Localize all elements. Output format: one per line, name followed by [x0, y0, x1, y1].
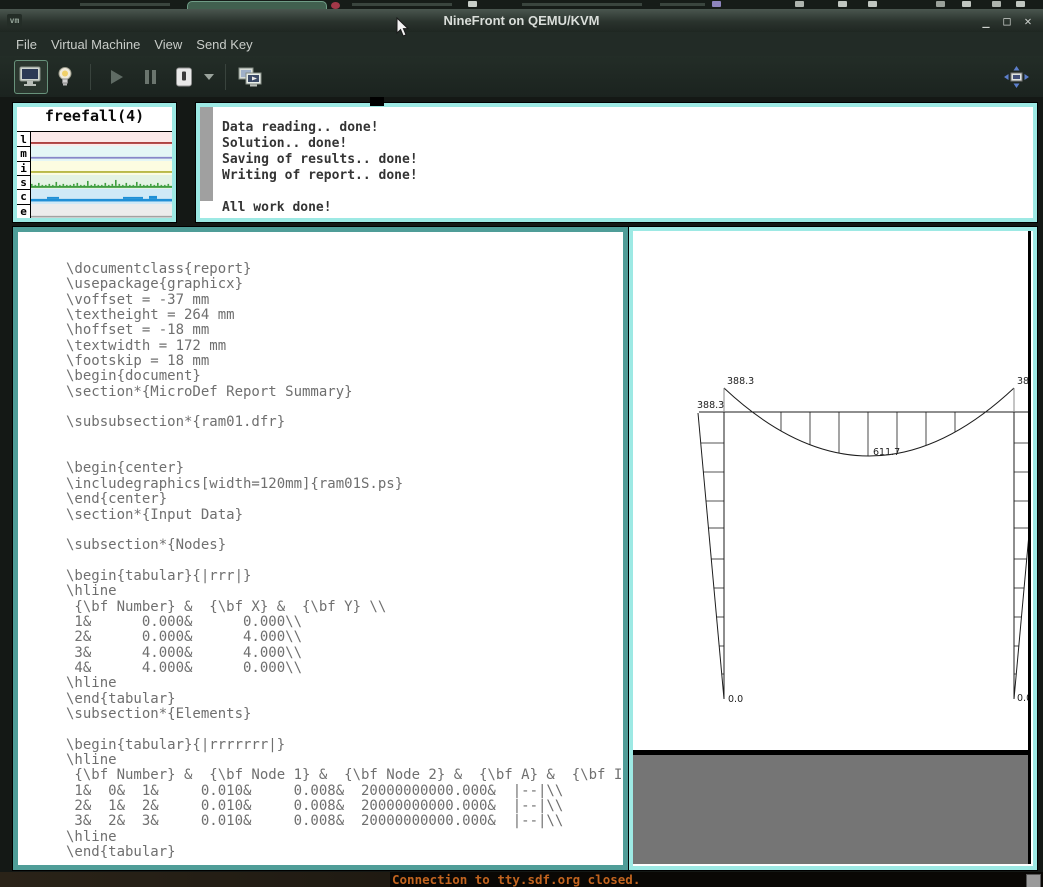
stats-row-c: c: [17, 189, 172, 203]
moment-label-base-right: 0.0: [1017, 693, 1028, 704]
host-terminal-strip[interactable]: Connection to tty.sdf.org closed.: [0, 872, 1043, 887]
stats-row-s: s: [17, 175, 172, 189]
moment-label-corner-left-side: 388.3: [697, 400, 724, 411]
show-hardware-details-button[interactable]: [48, 60, 82, 94]
stats-rows: lmisce: [17, 132, 172, 218]
editor-window[interactable]: \documentclass{report} \usepackage{graph…: [13, 227, 628, 870]
diagram-inner: 388.3 388.3 611.7 388. 0.0 0.0: [633, 231, 1031, 864]
chevron-down-icon: [203, 73, 215, 81]
moment-label-corner-right-top: 388.: [1017, 376, 1028, 387]
host-desktop-fragment: [0, 872, 390, 887]
console-text: Data reading.. done! Solution.. done! Sa…: [200, 107, 1033, 216]
run-button[interactable]: [99, 60, 133, 94]
stats-row-e: e: [17, 204, 172, 218]
stats-row-graph: [31, 204, 172, 218]
taskbar-icon[interactable]: [936, 1, 945, 7]
stats-row-graph: [31, 161, 172, 175]
stats-row-label: m: [17, 146, 31, 160]
toolbar-separator: [90, 64, 91, 90]
taskbar-icon[interactable]: [1016, 1, 1025, 7]
window-titlebar[interactable]: vm NineFront on QEMU/KVM _ □ ✕: [0, 9, 1043, 33]
stats-row-graph: [31, 189, 172, 203]
moment-label-base-left: 0.0: [728, 694, 743, 705]
stats-row-label: c: [17, 189, 31, 203]
moment-diagram-canvas: 388.3 388.3 611.7 388. 0.0 0.0: [633, 231, 1028, 750]
diagram-bottom-panel: [633, 755, 1028, 864]
terminal-scrollbar-thumb[interactable]: [1026, 874, 1041, 887]
moment-label-corner-left-top: 388.3: [727, 376, 754, 387]
taskbar-icon[interactable]: [795, 1, 804, 7]
stats-row-graph: [31, 132, 172, 146]
host-taskbar: [0, 0, 1043, 9]
resize-to-vm-icon: [1002, 64, 1030, 90]
stats-row-i: i: [17, 161, 172, 175]
shutdown-menu-button[interactable]: [201, 60, 217, 94]
console-scrollbar[interactable]: [200, 107, 213, 201]
menubar: File Virtual Machine View Send Key: [0, 32, 1043, 56]
taskbar-icon[interactable]: [838, 1, 847, 7]
resize-to-vm-button[interactable]: [999, 60, 1033, 94]
diagram-window[interactable]: 388.3 388.3 611.7 388. 0.0 0.0: [629, 227, 1037, 870]
taskbar-text-blob: [660, 3, 705, 6]
pause-button[interactable]: [133, 60, 167, 94]
screen-artifact: [370, 97, 384, 106]
virtual-machine-display-icon: [18, 65, 44, 89]
virtual-machine-console-button[interactable]: [234, 60, 268, 94]
editor-text[interactable]: \documentclass{report} \usepackage{graph…: [18, 232, 623, 865]
maximize-button[interactable]: □: [1000, 14, 1014, 28]
shutdown-icon: [172, 65, 196, 89]
mouse-cursor: [396, 17, 410, 38]
taskbar-icon[interactable]: [868, 1, 877, 7]
menu-send-key[interactable]: Send Key: [196, 37, 252, 52]
menu-virtual-machine[interactable]: Virtual Machine: [51, 37, 140, 52]
taskbar-icon[interactable]: [712, 1, 721, 7]
lightbulb-details-icon: [54, 65, 76, 89]
menu-file[interactable]: File: [16, 37, 37, 52]
stats-window[interactable]: freefall(4) lmisce: [13, 103, 176, 222]
taskbar-text-blob: [80, 3, 170, 6]
stats-row-m: m: [17, 146, 172, 160]
stats-row-label: s: [17, 175, 31, 189]
stats-row-graph: [31, 175, 172, 189]
toolbar-separator: [225, 64, 226, 90]
pause-icon: [138, 65, 162, 89]
stats-row-graph: [31, 146, 172, 160]
window-title: NineFront on QEMU/KVM: [0, 9, 1043, 32]
close-button[interactable]: ✕: [1021, 14, 1035, 28]
taskbar-icon[interactable]: [962, 1, 971, 7]
terminal-status-text: Connection to tty.sdf.org closed.: [392, 872, 640, 887]
shutdown-button[interactable]: [167, 60, 201, 94]
taskbar-active-window-button[interactable]: [187, 1, 327, 9]
stats-row-l: l: [17, 132, 172, 146]
console-window[interactable]: Data reading.. done! Solution.. done! Sa…: [196, 103, 1037, 222]
taskbar-text-blob: [522, 3, 642, 6]
stats-row-label: l: [17, 132, 31, 146]
vm-screen[interactable]: freefall(4) lmisce Data reading.. done! …: [0, 97, 1043, 872]
taskbar-icon[interactable]: [468, 1, 477, 7]
moment-diagram-svg: 388.3 388.3 611.7 388. 0.0 0.0: [633, 231, 1028, 750]
minimize-button[interactable]: _: [979, 14, 993, 28]
toolbar: [0, 56, 1043, 97]
virtual-machine-display-button[interactable]: [14, 60, 48, 94]
console-displays-icon: [237, 65, 265, 89]
stats-row-label: i: [17, 161, 31, 175]
taskbar-icon[interactable]: [992, 1, 1001, 7]
taskbar-notification-dot-icon: [331, 2, 340, 9]
stats-window-title: freefall(4): [17, 107, 172, 132]
moment-label-midspan: 611.7: [873, 447, 900, 458]
stats-row-label: e: [17, 204, 31, 218]
taskbar-text-blob: [352, 3, 452, 6]
menu-view[interactable]: View: [154, 37, 182, 52]
run-icon: [104, 65, 128, 89]
